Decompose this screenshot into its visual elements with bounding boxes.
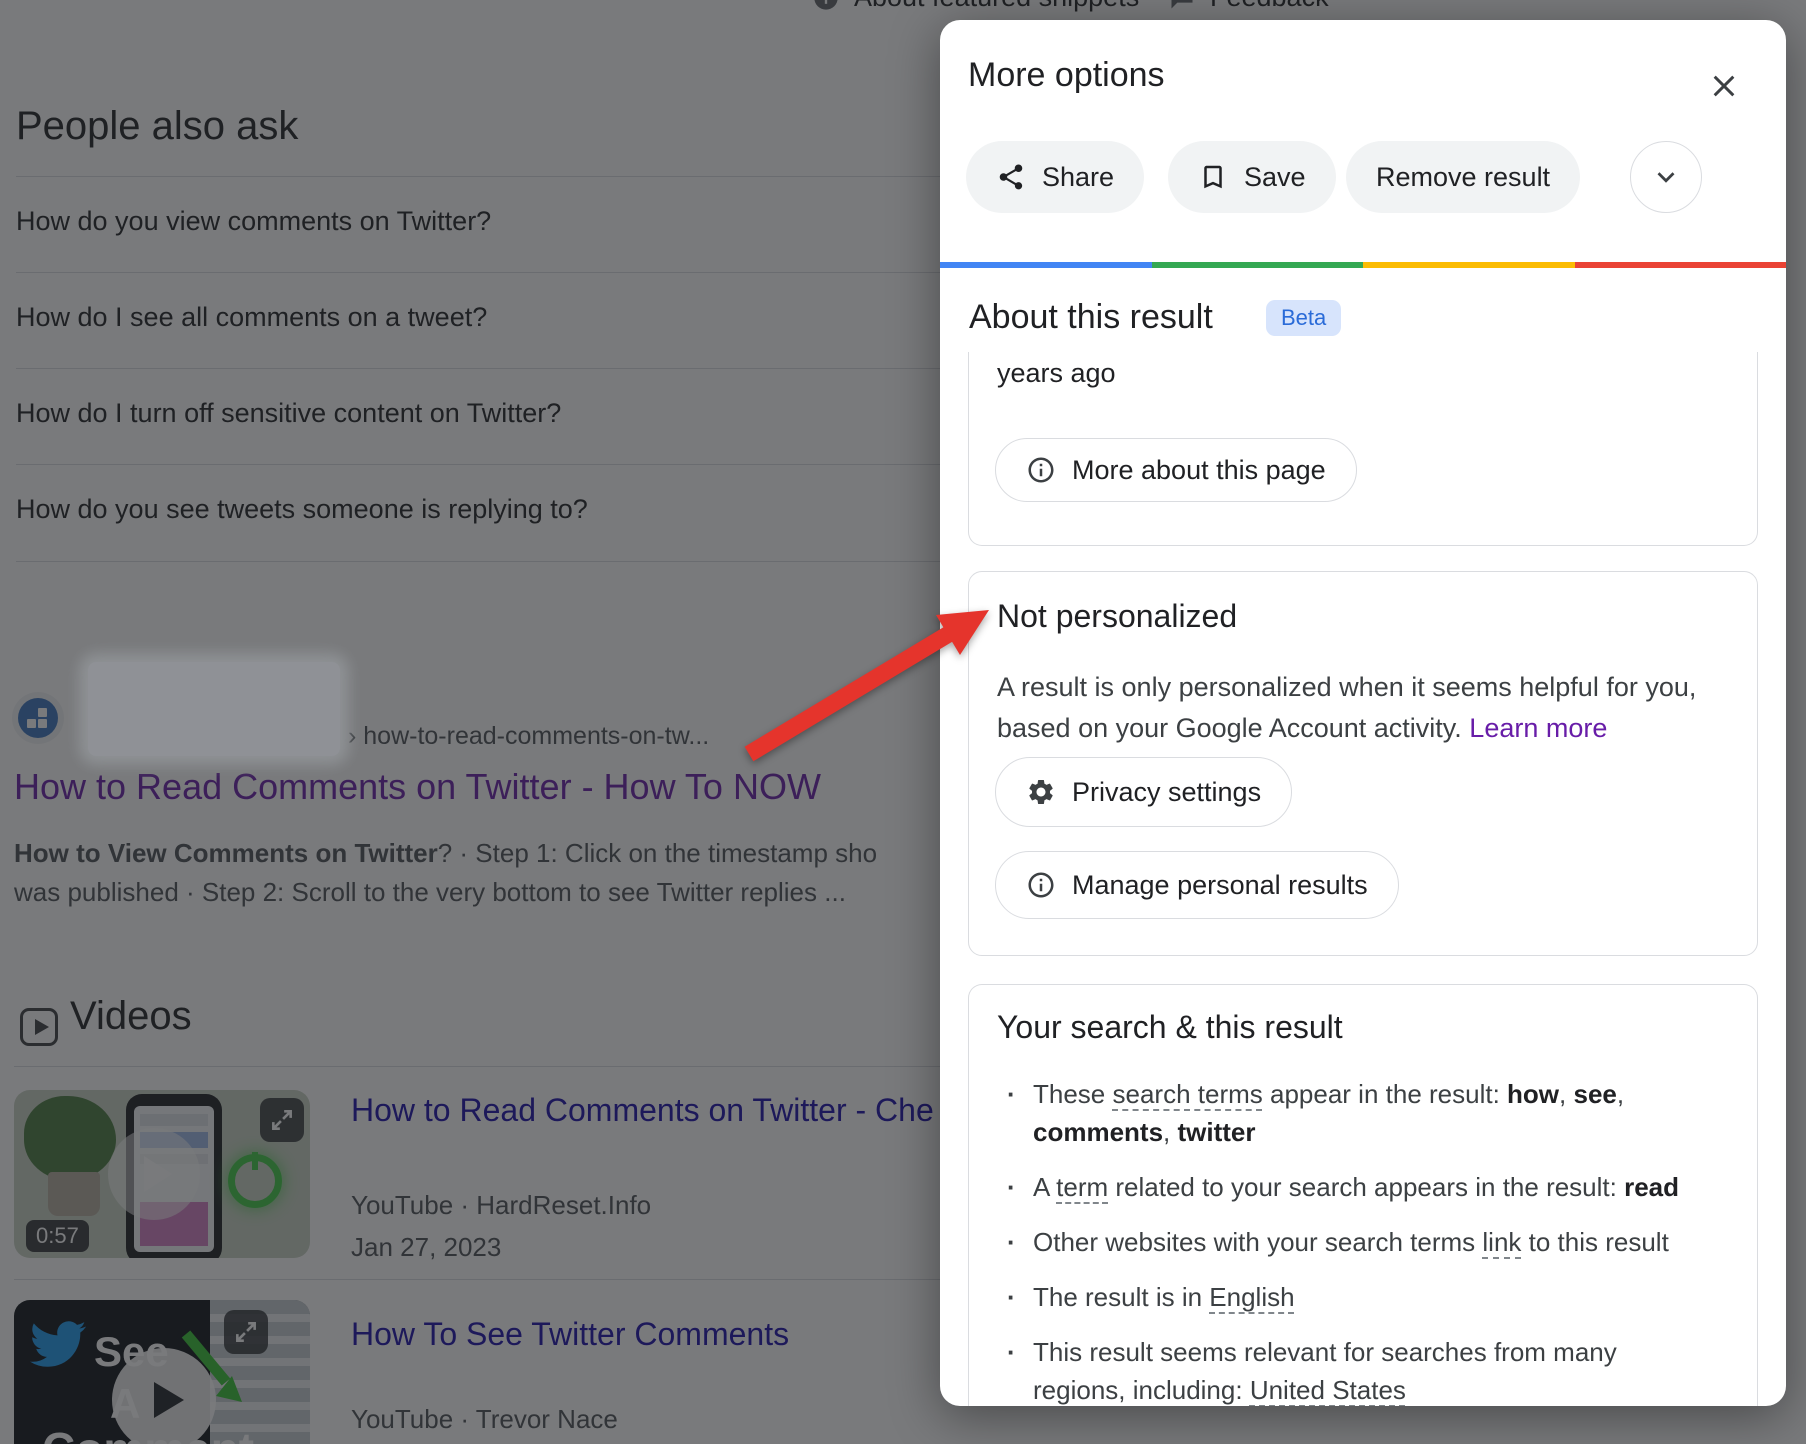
defined-term[interactable]: term <box>1056 1172 1108 1202</box>
result-explanation-item: Other websites with your search terms li… <box>997 1223 1731 1261</box>
redacted-site-name <box>88 662 340 756</box>
your-search-card: Your search & this result These search t… <box>968 984 1758 1406</box>
more-options-dialog: More options Share Save Remove result Ab… <box>940 20 1786 1406</box>
body-line1: A result is only personalized when it se… <box>997 672 1697 702</box>
defined-term[interactable]: United States <box>1250 1375 1406 1405</box>
more-actions-button[interactable] <box>1630 141 1702 213</box>
defined-term[interactable]: English <box>1209 1282 1294 1312</box>
bullet-text: This result seems relevant for searches … <box>1033 1337 1617 1367</box>
about-result-card: years ago More about this page <box>968 352 1758 546</box>
remove-result-button[interactable]: Remove result <box>1346 141 1581 213</box>
not-personalized-body: A result is only personalized when it se… <box>997 667 1737 749</box>
close-icon <box>1713 75 1735 97</box>
beta-badge: Beta <box>1266 300 1342 336</box>
learn-more-link[interactable]: Learn more <box>1469 713 1607 743</box>
defined-term[interactable]: search terms <box>1113 1079 1263 1109</box>
dialog-title: More options <box>968 56 1165 94</box>
share-button[interactable]: Share <box>966 141 1145 213</box>
result-explanation-item: These search terms appear in the result:… <box>997 1075 1731 1151</box>
gear-icon <box>1029 780 1053 804</box>
bullet-text: The result is in <box>1033 1282 1210 1312</box>
close-button[interactable] <box>1700 62 1748 110</box>
chevron-down-icon <box>1657 172 1675 183</box>
result-explanation-item: This result seems relevant for searches … <box>997 1333 1731 1406</box>
bullet-text: how <box>1507 1079 1560 1109</box>
bullet-text: appear in the result: <box>1262 1079 1508 1109</box>
manage-personal-results-label: Manage personal results <box>1072 869 1368 900</box>
bullet-text: related to your search appears in the re… <box>1108 1172 1625 1202</box>
privacy-settings-label: Privacy settings <box>1072 776 1262 807</box>
not-personalized-card: Not personalized A result is only person… <box>968 571 1758 956</box>
bullet-text: see <box>1573 1079 1617 1109</box>
bullet-text: These <box>1033 1079 1113 1109</box>
bullet-text: read <box>1624 1172 1680 1202</box>
privacy-settings-button[interactable]: Privacy settings <box>995 757 1293 827</box>
info-icon <box>1028 872 1054 898</box>
bullet-text: A <box>1033 1172 1057 1202</box>
not-personalized-heading: Not personalized <box>997 598 1238 634</box>
more-about-page-button[interactable]: More about this page <box>995 438 1357 502</box>
share-icon <box>999 164 1023 190</box>
result-explanation-item: The result is in English <box>997 1278 1731 1316</box>
bullet-text: to this result <box>1521 1227 1669 1257</box>
info-icon <box>1028 457 1054 483</box>
body-line2: based on your Google Account activity. <box>997 713 1462 743</box>
bullet-text: Other websites with your search terms <box>1033 1227 1483 1257</box>
bullet-text: , <box>1559 1079 1574 1109</box>
save-label: Save <box>1244 161 1306 192</box>
bookmark-icon <box>1204 165 1222 189</box>
manage-personal-results-button[interactable]: Manage personal results <box>995 851 1399 919</box>
save-button[interactable]: Save <box>1168 141 1336 213</box>
bullet-text: , <box>1616 1079 1625 1109</box>
bullet-text: , <box>1163 1117 1178 1147</box>
about-this-result-heading: About this result <box>969 298 1213 336</box>
result-explanation-list: These search terms appear in the result:… <box>997 1075 1731 1406</box>
your-search-heading: Your search & this result <box>997 1009 1343 1045</box>
defined-term[interactable]: link <box>1482 1227 1521 1257</box>
bullet-text: twitter <box>1177 1117 1256 1147</box>
result-explanation-item: A term related to your search appears in… <box>997 1168 1731 1206</box>
bullet-text: comments <box>1033 1117 1164 1147</box>
google-color-bar <box>940 262 1786 268</box>
share-label: Share <box>1042 161 1115 192</box>
remove-result-label: Remove result <box>1376 161 1551 192</box>
google-serp-about-this-result: About featured snippets Feedback People … <box>0 0 1806 1444</box>
more-about-page-label: More about this page <box>1072 454 1326 485</box>
bullet-text: regions, including: <box>1033 1375 1250 1405</box>
scrolled-card-text: years ago <box>997 358 1116 388</box>
